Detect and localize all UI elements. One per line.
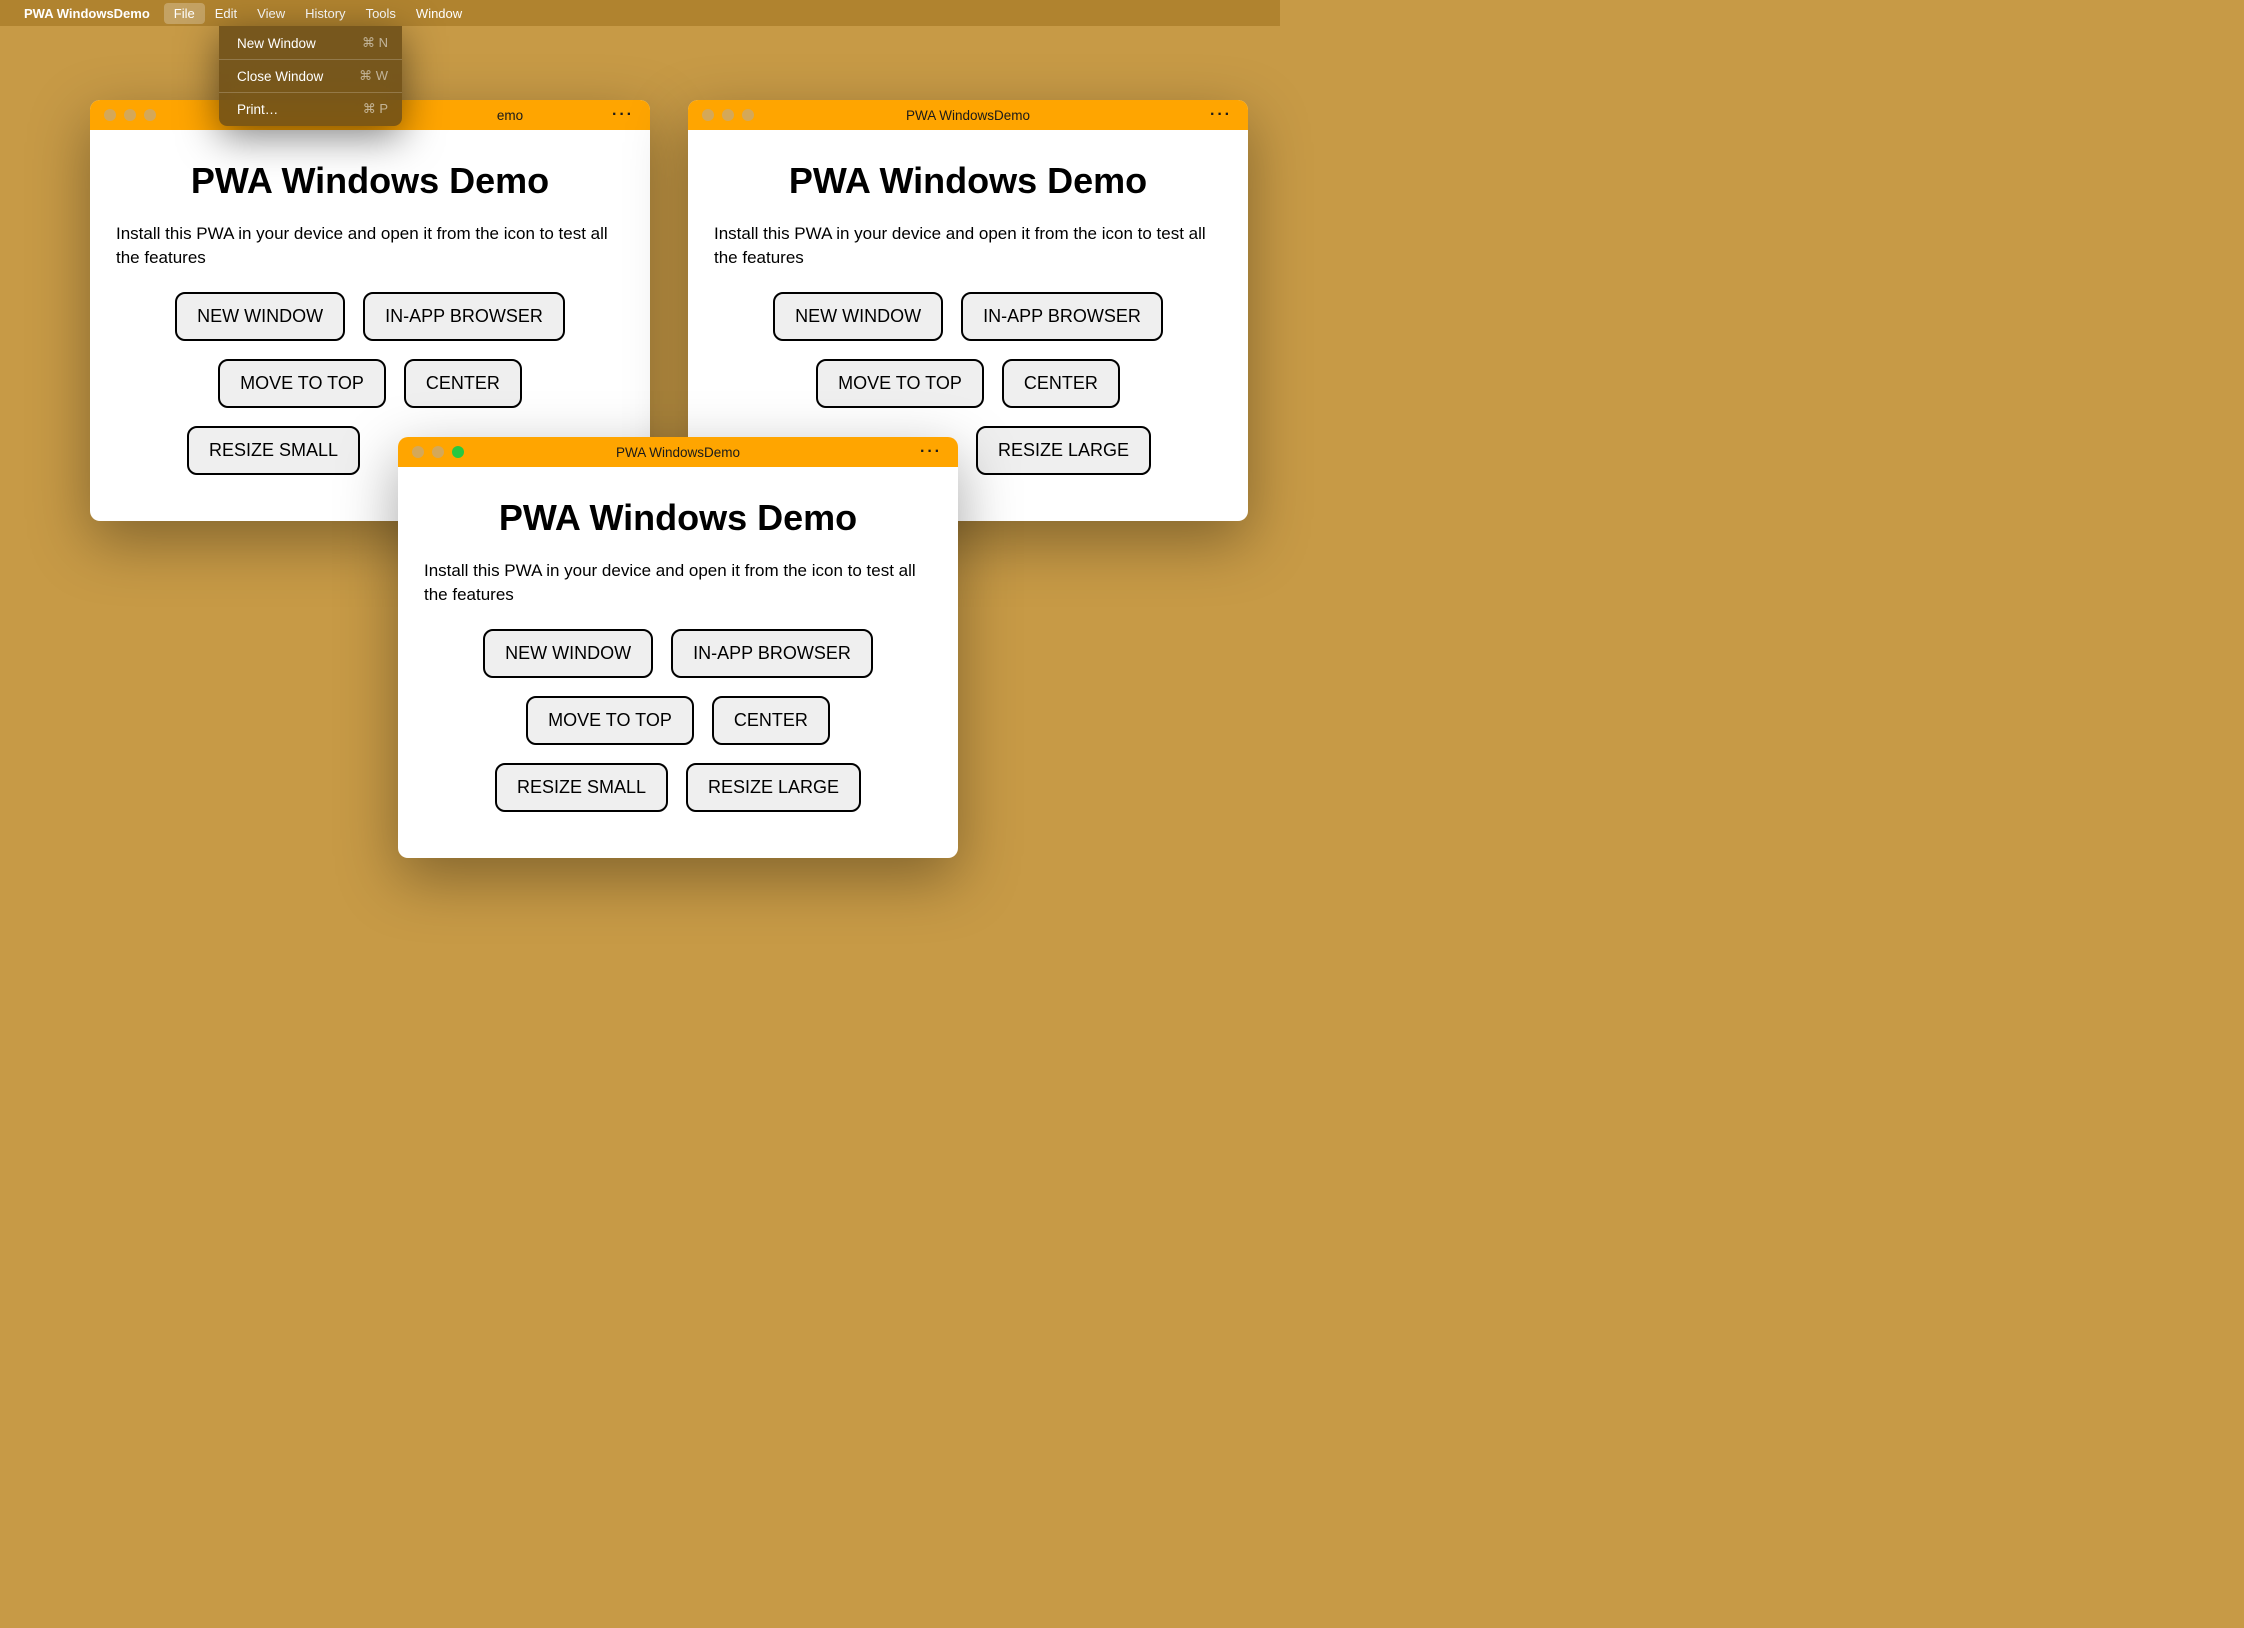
in-app-browser-button[interactable]: IN-APP BROWSER — [671, 629, 873, 678]
menu-separator — [219, 92, 402, 93]
center-button[interactable]: CENTER — [712, 696, 830, 745]
page-title: PWA Windows Demo — [424, 497, 932, 539]
menu-item-label: New Window — [237, 36, 316, 51]
menubar-app-name[interactable]: PWA WindowsDemo — [24, 6, 150, 21]
page-title: PWA Windows Demo — [714, 160, 1222, 202]
window-titlebar[interactable]: PWA WindowsDemo ··· — [398, 437, 958, 467]
menu-item-shortcut: ⌘ W — [359, 68, 388, 84]
center-button[interactable]: CENTER — [404, 359, 522, 408]
close-traffic-light-icon[interactable] — [702, 109, 714, 121]
pwa-window-3[interactable]: PWA WindowsDemo ··· PWA Windows Demo Ins… — [398, 437, 958, 858]
menu-item-close-window[interactable]: Close Window ⌘ W — [219, 63, 402, 89]
window-more-icon[interactable]: ··· — [612, 106, 634, 124]
minimize-traffic-light-icon[interactable] — [432, 446, 444, 458]
window-more-icon[interactable]: ··· — [920, 443, 942, 461]
window-titlebar[interactable]: PWA WindowsDemo ··· — [688, 100, 1248, 130]
new-window-button[interactable]: NEW WINDOW — [483, 629, 653, 678]
in-app-browser-button[interactable]: IN-APP BROWSER — [363, 292, 565, 341]
move-to-top-button[interactable]: MOVE TO TOP — [218, 359, 386, 408]
resize-small-button[interactable]: RESIZE SMALL — [495, 763, 668, 812]
system-menubar: PWA WindowsDemo File Edit View History T… — [0, 0, 1280, 26]
resize-large-button[interactable]: RESIZE LARGE — [686, 763, 861, 812]
zoom-traffic-light-icon[interactable] — [452, 446, 464, 458]
in-app-browser-button[interactable]: IN-APP BROWSER — [961, 292, 1163, 341]
menu-history[interactable]: History — [295, 3, 355, 24]
minimize-traffic-light-icon[interactable] — [124, 109, 136, 121]
menu-edit[interactable]: Edit — [205, 3, 247, 24]
traffic-lights — [412, 446, 464, 458]
menu-item-label: Close Window — [237, 69, 323, 84]
traffic-lights — [104, 109, 156, 121]
new-window-button[interactable]: NEW WINDOW — [773, 292, 943, 341]
menu-window[interactable]: Window — [406, 3, 472, 24]
zoom-traffic-light-icon[interactable] — [144, 109, 156, 121]
file-dropdown-menu: New Window ⌘ N Close Window ⌘ W Print… ⌘… — [219, 26, 402, 126]
window-more-icon[interactable]: ··· — [1210, 106, 1232, 124]
menu-item-new-window[interactable]: New Window ⌘ N — [219, 30, 402, 56]
menu-item-shortcut: ⌘ P — [363, 101, 388, 117]
menu-file[interactable]: File — [164, 3, 205, 24]
close-traffic-light-icon[interactable] — [104, 109, 116, 121]
traffic-lights — [702, 109, 754, 121]
menu-tools[interactable]: Tools — [356, 3, 406, 24]
menu-view[interactable]: View — [247, 3, 295, 24]
page-description: Install this PWA in your device and open… — [116, 222, 624, 270]
window-content: PWA Windows Demo Install this PWA in you… — [398, 467, 958, 858]
close-traffic-light-icon[interactable] — [412, 446, 424, 458]
window-title: PWA WindowsDemo — [412, 445, 944, 460]
move-to-top-button[interactable]: MOVE TO TOP — [816, 359, 984, 408]
center-button[interactable]: CENTER — [1002, 359, 1120, 408]
page-description: Install this PWA in your device and open… — [714, 222, 1222, 270]
menu-item-label: Print… — [237, 102, 278, 117]
menu-item-print[interactable]: Print… ⌘ P — [219, 96, 402, 122]
menu-item-shortcut: ⌘ N — [362, 35, 388, 51]
menu-separator — [219, 59, 402, 60]
zoom-traffic-light-icon[interactable] — [742, 109, 754, 121]
page-description: Install this PWA in your device and open… — [424, 559, 932, 607]
move-to-top-button[interactable]: MOVE TO TOP — [526, 696, 694, 745]
page-title: PWA Windows Demo — [116, 160, 624, 202]
window-title: PWA WindowsDemo — [702, 108, 1234, 123]
new-window-button[interactable]: NEW WINDOW — [175, 292, 345, 341]
resize-large-button[interactable]: RESIZE LARGE — [976, 426, 1151, 475]
minimize-traffic-light-icon[interactable] — [722, 109, 734, 121]
resize-small-button[interactable]: RESIZE SMALL — [187, 426, 360, 475]
